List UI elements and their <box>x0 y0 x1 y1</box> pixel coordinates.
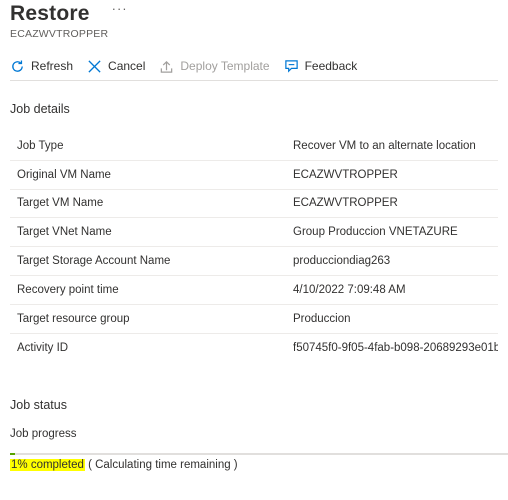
page-subtitle: ECAZWVTROPPER <box>10 28 109 40</box>
detail-key: Job Type <box>17 139 64 152</box>
detail-value: producciondiag263 <box>293 255 391 268</box>
detail-row: Original VM Name ECAZWVTROPPER <box>10 161 498 190</box>
job-progress-label: Job progress <box>10 428 77 440</box>
title-row: Restore ··· <box>10 2 128 28</box>
cancel-button[interactable]: Cancel <box>87 59 145 74</box>
detail-key: Recovery point time <box>17 283 119 296</box>
close-icon <box>88 59 101 73</box>
detail-row: Target Storage Account Name producciondi… <box>10 247 498 276</box>
feedback-icon <box>284 59 298 73</box>
detail-key: Activity ID <box>17 341 69 354</box>
feedback-label: Feedback <box>304 59 358 73</box>
refresh-label: Refresh <box>31 59 74 73</box>
detail-value: Recover VM to an alternate location <box>293 139 476 152</box>
detail-row: Target resource group Produccion <box>10 305 498 334</box>
detail-value: Produccion <box>293 312 351 325</box>
job-progress-text: 1% completed ( Calculating time remainin… <box>10 459 238 471</box>
job-progress-fill <box>10 453 15 455</box>
detail-key: Target Storage Account Name <box>17 255 171 268</box>
detail-value: ECAZWVTROPPER <box>293 197 398 210</box>
detail-row: Activity ID f50745f0-9f05-4fab-b098-2068… <box>10 334 498 363</box>
deploy-template-label: Deploy Template <box>180 59 270 73</box>
detail-row: Target VNet Name Group Produccion VNETAZ… <box>10 218 498 248</box>
progress-percent: 1% completed <box>10 459 85 471</box>
refresh-button[interactable]: Refresh <box>10 59 73 74</box>
cancel-label: Cancel <box>108 59 146 73</box>
job-progress-bar <box>10 453 508 455</box>
restore-blade: Restore ··· ECAZWVTROPPER Refresh Cancel… <box>0 0 508 500</box>
detail-value: ECAZWVTROPPER <box>293 168 398 181</box>
deploy-template-button[interactable]: Deploy Template <box>159 59 270 74</box>
feedback-button[interactable]: Feedback <box>284 59 358 74</box>
detail-key: Target VNet Name <box>17 226 112 239</box>
job-details-heading: Job details <box>10 102 70 116</box>
detail-value: f50745f0-9f05-4fab-b098-20689293e01b <box>293 341 498 354</box>
detail-row: Recovery point time 4/10/2022 7:09:48 AM <box>10 276 498 305</box>
detail-row: Target VM Name ECAZWVTROPPER <box>10 190 498 219</box>
detail-value: 4/10/2022 7:09:48 AM <box>293 283 406 296</box>
more-options-icon[interactable]: ··· <box>112 2 128 16</box>
detail-row: Job Type Recover VM to an alternate loca… <box>10 132 498 161</box>
detail-key: Target resource group <box>17 312 130 325</box>
refresh-icon <box>12 60 23 72</box>
detail-key: Original VM Name <box>17 168 111 181</box>
toolbar-divider <box>10 80 498 81</box>
command-bar: Refresh Cancel Deploy Template Feedback <box>10 55 498 77</box>
page-title: Restore <box>10 2 90 25</box>
detail-key: Target VM Name <box>17 197 104 210</box>
progress-note: ( Calculating time remaining ) <box>88 459 238 471</box>
upload-icon <box>161 60 173 73</box>
detail-value: Group Produccion VNETAZURE <box>293 226 458 239</box>
job-status-heading: Job status <box>10 398 67 412</box>
job-details-table: Job Type Recover VM to an alternate loca… <box>10 132 498 362</box>
